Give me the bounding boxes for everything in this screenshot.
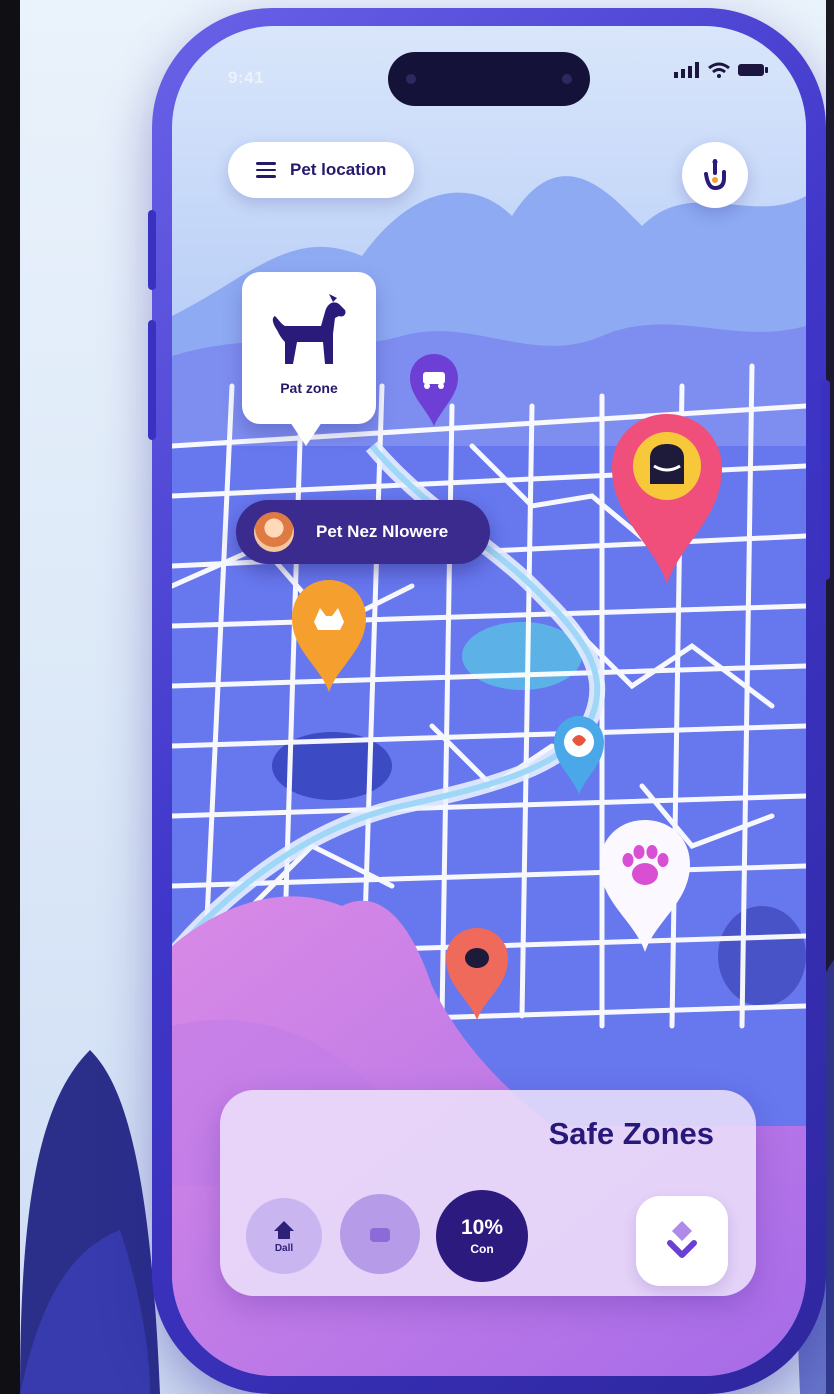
zone-icon	[370, 1228, 390, 1242]
location-hand-icon	[704, 159, 726, 191]
map-pin-vehicle[interactable]	[408, 352, 460, 428]
zone-option-button[interactable]	[340, 1194, 420, 1274]
safe-zones-panel: Safe Zones Dall 10% Con	[220, 1090, 756, 1296]
volume-up-button[interactable]	[148, 210, 156, 290]
status-icons	[674, 62, 768, 78]
menu-icon[interactable]	[256, 158, 276, 182]
signal-icon	[674, 62, 699, 78]
home-icon	[274, 1220, 294, 1239]
safe-zones-title: Safe Zones	[548, 1116, 714, 1151]
chevron-icon	[667, 1221, 697, 1258]
percent-badge[interactable]: 10% Con	[436, 1190, 528, 1282]
wifi-icon	[708, 62, 730, 78]
dog-icon	[272, 294, 346, 364]
pet-zone-card[interactable]: Pat zone	[242, 272, 376, 446]
locate-button[interactable]	[682, 142, 748, 208]
percent-sub-label: Con	[470, 1242, 494, 1256]
map-pin-pet-main[interactable]	[608, 410, 726, 586]
battery-icon	[738, 64, 768, 76]
map-pin-lower[interactable]	[444, 926, 510, 1022]
front-camera-icon	[406, 74, 416, 84]
home-zone-button[interactable]: Dall	[246, 1198, 322, 1274]
status-time: 9:41	[228, 68, 265, 87]
dynamic-island	[388, 52, 590, 106]
power-button[interactable]	[822, 380, 830, 580]
pet-status-label: Pet Nez Nlowere	[316, 522, 449, 541]
map-pin-paw[interactable]	[596, 816, 694, 954]
location-header-pill[interactable]: Pet location	[228, 142, 414, 198]
phone-screen: 9:41 Pet location Pat zone Pet Nez Nlowe…	[172, 26, 806, 1376]
pet-status-pill[interactable]: Pet Nez Nlowere	[236, 500, 490, 564]
sensor-icon	[562, 74, 572, 84]
map-pin-blue[interactable]	[552, 714, 606, 796]
map-pin-orange[interactable]	[290, 578, 368, 694]
home-zone-label: Dall	[274, 1242, 294, 1254]
expand-zones-button[interactable]	[636, 1196, 728, 1286]
pet-zone-label: Pat zone	[280, 380, 338, 396]
pet-avatar	[254, 512, 294, 552]
header-title: Pet location	[290, 160, 387, 179]
volume-down-button[interactable]	[148, 320, 156, 440]
percent-value: 10%	[460, 1216, 504, 1239]
